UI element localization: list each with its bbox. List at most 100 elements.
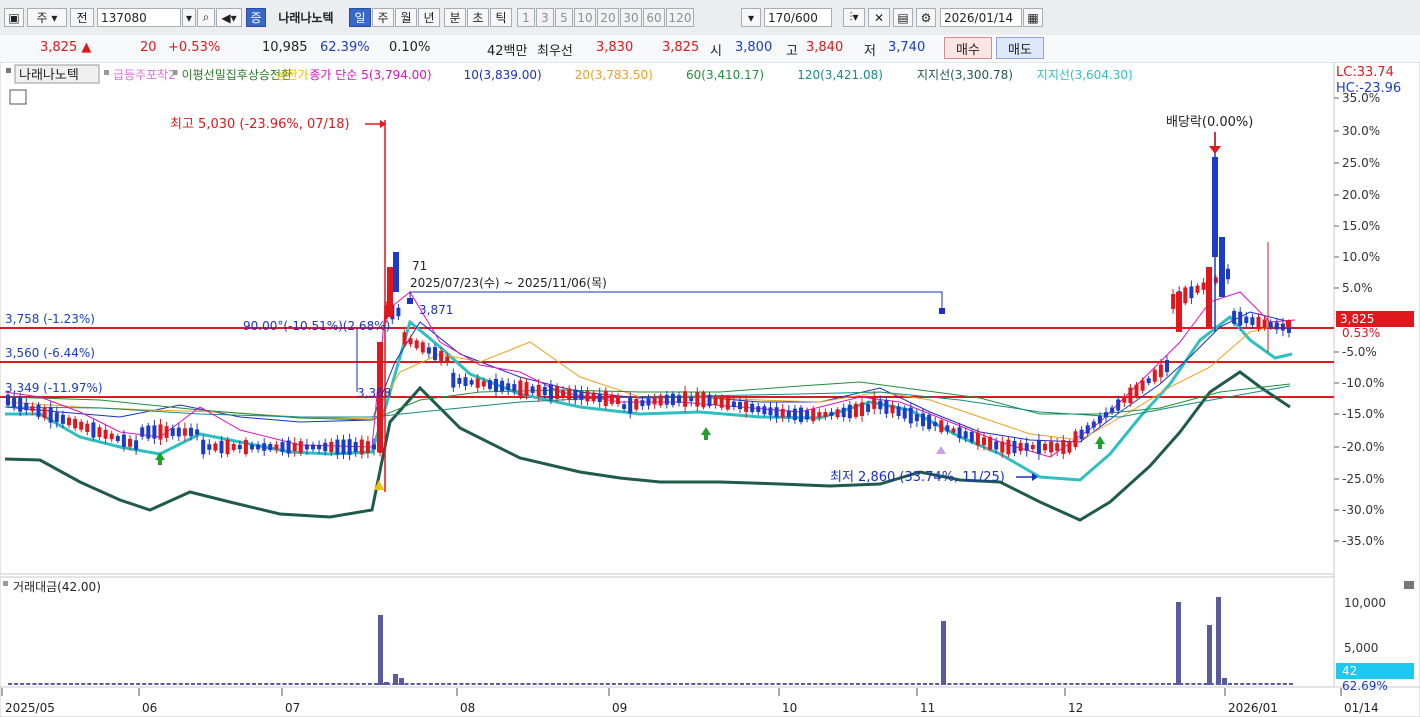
candle-body bbox=[811, 408, 816, 422]
volume-bar bbox=[910, 683, 915, 685]
volume-bar bbox=[1282, 683, 1287, 685]
minute-tab-3[interactable]: 3 bbox=[536, 8, 554, 27]
candle-body bbox=[1018, 442, 1023, 452]
legend-item: 급등주포착2 bbox=[113, 68, 176, 82]
code-dropdown-icon[interactable]: ▾ bbox=[182, 8, 196, 27]
date-label: 06 bbox=[142, 701, 157, 715]
candle-body bbox=[603, 390, 608, 407]
candle-body bbox=[1055, 443, 1060, 451]
candle-body bbox=[744, 401, 749, 412]
save-icon[interactable]: ▤ bbox=[893, 8, 913, 27]
candle-body bbox=[1201, 282, 1206, 290]
volume-bar bbox=[782, 683, 787, 685]
panel-close-icon[interactable] bbox=[1404, 581, 1414, 589]
candle-body bbox=[402, 332, 407, 345]
legend-item: 지지선(3,604.30) bbox=[1037, 68, 1133, 82]
candle-body bbox=[1012, 440, 1017, 454]
candle-body bbox=[872, 396, 877, 409]
volume-bar bbox=[605, 683, 610, 685]
sound-icon[interactable]: ◀▾ bbox=[216, 8, 242, 27]
minute-tab-20[interactable]: 20 bbox=[597, 8, 619, 27]
candle-body bbox=[140, 427, 145, 437]
candle-body bbox=[591, 392, 596, 402]
minute-tab-5[interactable]: 5 bbox=[555, 8, 573, 27]
candle-body bbox=[201, 439, 206, 455]
volume-bar bbox=[428, 683, 433, 685]
date-label: 11 bbox=[920, 701, 935, 715]
period-tab-2[interactable]: 월 bbox=[395, 8, 417, 27]
volume-bar bbox=[410, 683, 415, 685]
gear-icon[interactable]: ⚙ bbox=[916, 8, 936, 27]
crosshair-icon[interactable]: ✕ bbox=[868, 8, 890, 27]
date-label: 08 bbox=[460, 701, 475, 715]
volume-bar bbox=[1222, 678, 1227, 685]
bid-price: 3,825 bbox=[662, 40, 700, 55]
axis-pct-label: -30.0% bbox=[1342, 503, 1384, 517]
minute-tab-30[interactable]: 30 bbox=[620, 8, 642, 27]
candle-body bbox=[548, 384, 553, 400]
volume-bar bbox=[508, 683, 513, 685]
candle-body bbox=[731, 401, 736, 408]
minute-tab-120[interactable]: 120 bbox=[666, 8, 694, 27]
stock-code-input[interactable]: 137080 bbox=[97, 8, 181, 27]
candle-body bbox=[262, 443, 267, 451]
volume-bar bbox=[636, 683, 641, 685]
period-tab-0[interactable]: 일 bbox=[349, 8, 371, 27]
interval-dropdown[interactable]: ▾ bbox=[741, 8, 761, 27]
volume-bar bbox=[959, 683, 964, 685]
volume-bar bbox=[1160, 683, 1165, 685]
candle-body bbox=[463, 377, 468, 387]
candle-type-icon[interactable]: ⫶▾ bbox=[843, 8, 865, 27]
calendar-icon[interactable]: ▦ bbox=[1023, 8, 1043, 27]
period-tab-5[interactable]: 초 bbox=[467, 8, 489, 27]
sell-button[interactable]: 매도 bbox=[996, 37, 1044, 59]
count-input[interactable]: 170/600 bbox=[764, 8, 832, 27]
volume-bar bbox=[996, 683, 1001, 685]
date-input[interactable]: 2026/01/14 bbox=[940, 8, 1022, 27]
layout-icon[interactable]: ▣ bbox=[4, 8, 24, 27]
candle-body bbox=[189, 427, 193, 437]
candle-body bbox=[866, 404, 871, 412]
volume-bar bbox=[1136, 683, 1141, 685]
period-tab-6[interactable]: 틱 bbox=[490, 8, 512, 27]
axis-pct-label: -35.0% bbox=[1342, 534, 1384, 548]
volume-bar bbox=[26, 683, 31, 685]
volume-bar bbox=[642, 683, 647, 685]
period-tab-3[interactable]: 년 bbox=[418, 8, 440, 27]
candle-body bbox=[780, 409, 785, 418]
minute-tab-1[interactable]: 1 bbox=[517, 8, 535, 27]
minute-tab-10[interactable]: 10 bbox=[574, 8, 596, 27]
period-tab-1[interactable]: 주 bbox=[372, 8, 394, 27]
candle-body bbox=[1165, 360, 1169, 372]
volume-bar bbox=[1087, 683, 1092, 685]
volume-bar bbox=[447, 683, 452, 685]
stock-name: 나래나노텍 bbox=[278, 11, 334, 25]
volume-bar bbox=[1276, 683, 1281, 685]
volume-bar bbox=[868, 683, 873, 685]
volume-bar bbox=[874, 683, 879, 685]
candle-body bbox=[1158, 364, 1163, 378]
vol-axis-label: 10,000 bbox=[1344, 596, 1386, 610]
volume-bar bbox=[319, 683, 324, 685]
prev-button[interactable]: 전 bbox=[70, 8, 94, 27]
candle-body bbox=[634, 398, 639, 410]
volume-bar bbox=[764, 683, 769, 685]
volume-bar bbox=[1216, 597, 1221, 685]
candle-body bbox=[805, 410, 810, 420]
volume-bar bbox=[384, 682, 389, 685]
buy-button[interactable]: 매수 bbox=[944, 37, 992, 59]
search-icon[interactable]: ⌕ bbox=[197, 8, 215, 27]
turnover: 0.10% bbox=[389, 40, 431, 55]
stock-chart[interactable]: 35.0%30.0%25.0%20.0%15.0%10.0%5.0%-5.0%-… bbox=[0, 62, 1420, 717]
minute-tab-60[interactable]: 60 bbox=[643, 8, 665, 27]
volume-bar bbox=[581, 683, 586, 685]
market-select[interactable]: 주 ▾ bbox=[27, 8, 67, 27]
period-tab-4[interactable]: 분 bbox=[444, 8, 466, 27]
candle-body bbox=[786, 410, 791, 418]
table-icon[interactable] bbox=[9, 89, 27, 105]
candle-body bbox=[164, 426, 169, 438]
candle-body bbox=[1238, 311, 1243, 326]
candle-body bbox=[292, 442, 297, 452]
volume-bar bbox=[1130, 683, 1135, 685]
label-3871: 3,871 bbox=[419, 303, 453, 317]
